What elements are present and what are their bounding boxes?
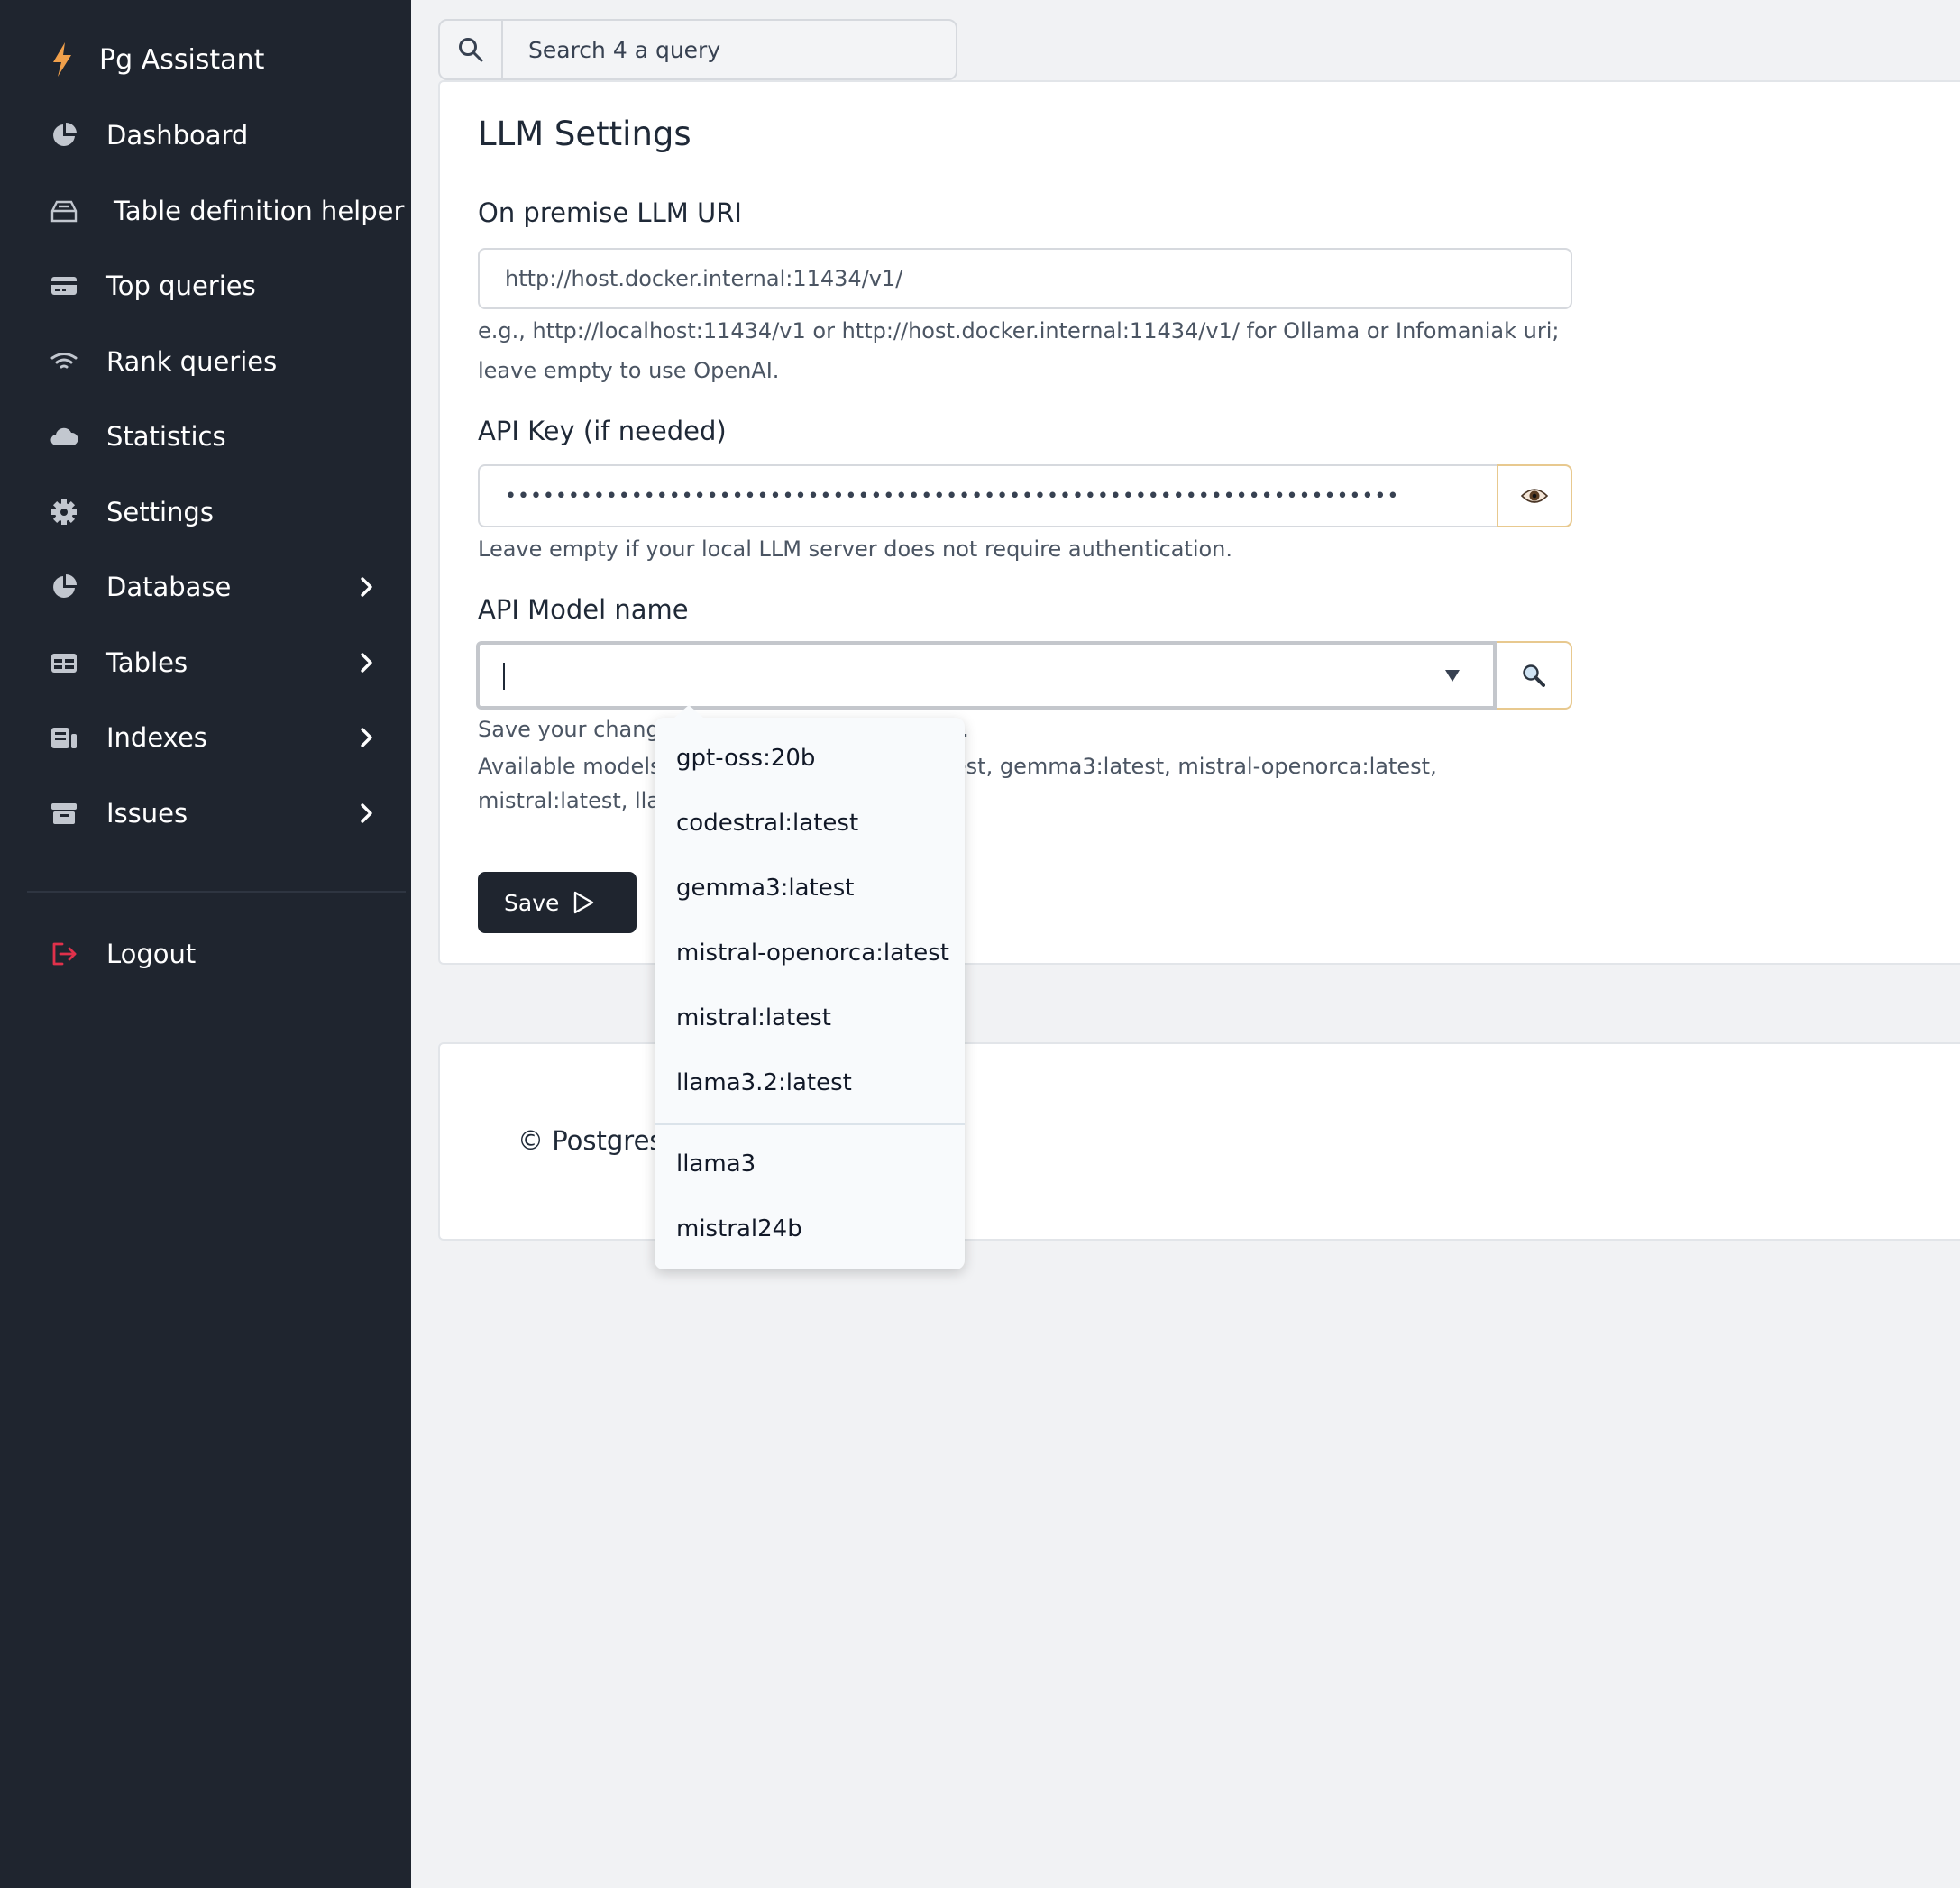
magnifier-icon: [1523, 664, 1545, 687]
fetch-models-button[interactable]: [1497, 641, 1572, 710]
search-icon: [459, 38, 483, 62]
sidebar-item-table-definition-helper[interactable]: Table definition helper: [49, 188, 409, 234]
triangle-down-icon: [1445, 670, 1460, 682]
sidebar-item-tables[interactable]: Tables: [49, 640, 391, 685]
sidebar-item-label: Issues: [106, 798, 188, 829]
model-label: API Model name: [478, 594, 689, 625]
sidebar-item-top-queries[interactable]: Top queries: [49, 263, 391, 308]
api-key-label: API Key (if needed): [478, 416, 727, 446]
sidebar-item-label: Rank queries: [106, 346, 278, 377]
api-key-input[interactable]: [478, 464, 1497, 527]
cloud-icon: [49, 421, 79, 452]
logout-icon: [49, 939, 79, 969]
eye-icon: [1521, 489, 1548, 503]
dropdown-option[interactable]: llama3: [676, 1150, 756, 1178]
dropdown-separator: [655, 1123, 965, 1125]
dropdown-option[interactable]: codestral:latest: [676, 810, 858, 837]
wifi-icon: [49, 346, 79, 377]
text-cursor: [503, 663, 505, 690]
model-help-save: Save your changes first to see the model…: [478, 717, 969, 742]
footer-copyright: © Postgres: [517, 1125, 664, 1156]
model-help-available: Available models: gpt-oss:20b, codestral…: [478, 754, 1437, 813]
sidebar-item-label: Settings: [106, 497, 214, 527]
index-icon: [49, 722, 79, 753]
save-label: Save: [504, 889, 560, 916]
sidebar-item-logout[interactable]: Logout: [49, 931, 391, 976]
search-button[interactable]: [440, 21, 503, 78]
gear-icon: [49, 497, 79, 527]
sidebar-item-label: Tables: [106, 647, 188, 678]
llm-uri-input[interactable]: [478, 248, 1572, 309]
sidebar-item-label: Logout: [106, 939, 197, 969]
uri-help-line1: e.g., http://localhost:11434/v1 or http:…: [478, 318, 1560, 344]
query-search: [438, 19, 957, 80]
api-key-group: [478, 464, 1572, 527]
pie-chart-icon: [49, 572, 79, 602]
model-dropdown: gpt-oss:20b codestral:latest gemma3:late…: [655, 705, 965, 1269]
page-title: LLM Settings: [478, 115, 691, 153]
brand[interactable]: Pg Assistant: [49, 40, 264, 79]
play-icon: [574, 891, 594, 914]
brand-label: Pg Assistant: [99, 43, 265, 76]
api-key-help: Leave empty if your local LLM server doe…: [478, 536, 1233, 562]
sidebar-item-settings[interactable]: Settings: [49, 490, 391, 535]
sidebar-item-rank-queries[interactable]: Rank queries: [49, 339, 391, 384]
sidebar-item-label: Dashboard: [106, 120, 249, 151]
sidebar-item-label: Top queries: [106, 270, 256, 301]
search-input[interactable]: [503, 21, 956, 78]
sidebar-item-label: Indexes: [106, 722, 207, 753]
sidebar-item-statistics[interactable]: Statistics: [49, 414, 391, 459]
model-select[interactable]: [476, 641, 1497, 710]
pie-chart-icon: [49, 120, 79, 151]
archive-icon: [49, 798, 79, 829]
dropdown-option[interactable]: mistral-openorca:latest: [676, 939, 949, 967]
dropdown-option[interactable]: llama3.2:latest: [676, 1069, 852, 1096]
sidebar-divider: [27, 891, 406, 893]
uri-help-line2: leave empty to use OpenAI.: [478, 358, 780, 383]
sidebar-item-label: Database: [106, 572, 232, 602]
chevron-right-icon: [361, 728, 372, 747]
chevron-right-icon: [361, 803, 372, 823]
sidebar-item-dashboard[interactable]: Dashboard: [49, 113, 391, 158]
sidebar-item-indexes[interactable]: Indexes: [49, 715, 391, 760]
tray-icon: [49, 196, 79, 226]
sidebar-item-issues[interactable]: Issues: [49, 791, 391, 836]
sidebar-item-label: Statistics: [106, 421, 226, 452]
sidebar-item-database[interactable]: Database: [49, 564, 391, 609]
dropdown-pointer: [674, 705, 703, 718]
chevron-right-icon: [361, 577, 372, 597]
save-button[interactable]: Save: [478, 872, 637, 933]
table-icon: [49, 647, 79, 678]
bolt-icon: [53, 42, 71, 77]
sidebar-item-label: Table definition helper: [114, 196, 405, 226]
model-group: [476, 641, 1572, 710]
dropdown-option[interactable]: gemma3:latest: [676, 875, 854, 902]
uri-label: On premise LLM URI: [478, 197, 742, 228]
sidebar: Pg Assistant Dashboard Table definition …: [0, 0, 411, 1888]
chevron-right-icon: [361, 653, 372, 673]
uri-help: e.g., http://localhost:11434/v1 or http:…: [478, 311, 1596, 390]
card-icon: [49, 270, 79, 301]
dropdown-option[interactable]: gpt-oss:20b: [676, 745, 815, 772]
dropdown-option[interactable]: mistral24b: [676, 1215, 802, 1242]
toggle-visibility-button[interactable]: [1497, 464, 1572, 527]
dropdown-option[interactable]: mistral:latest: [676, 1004, 831, 1031]
